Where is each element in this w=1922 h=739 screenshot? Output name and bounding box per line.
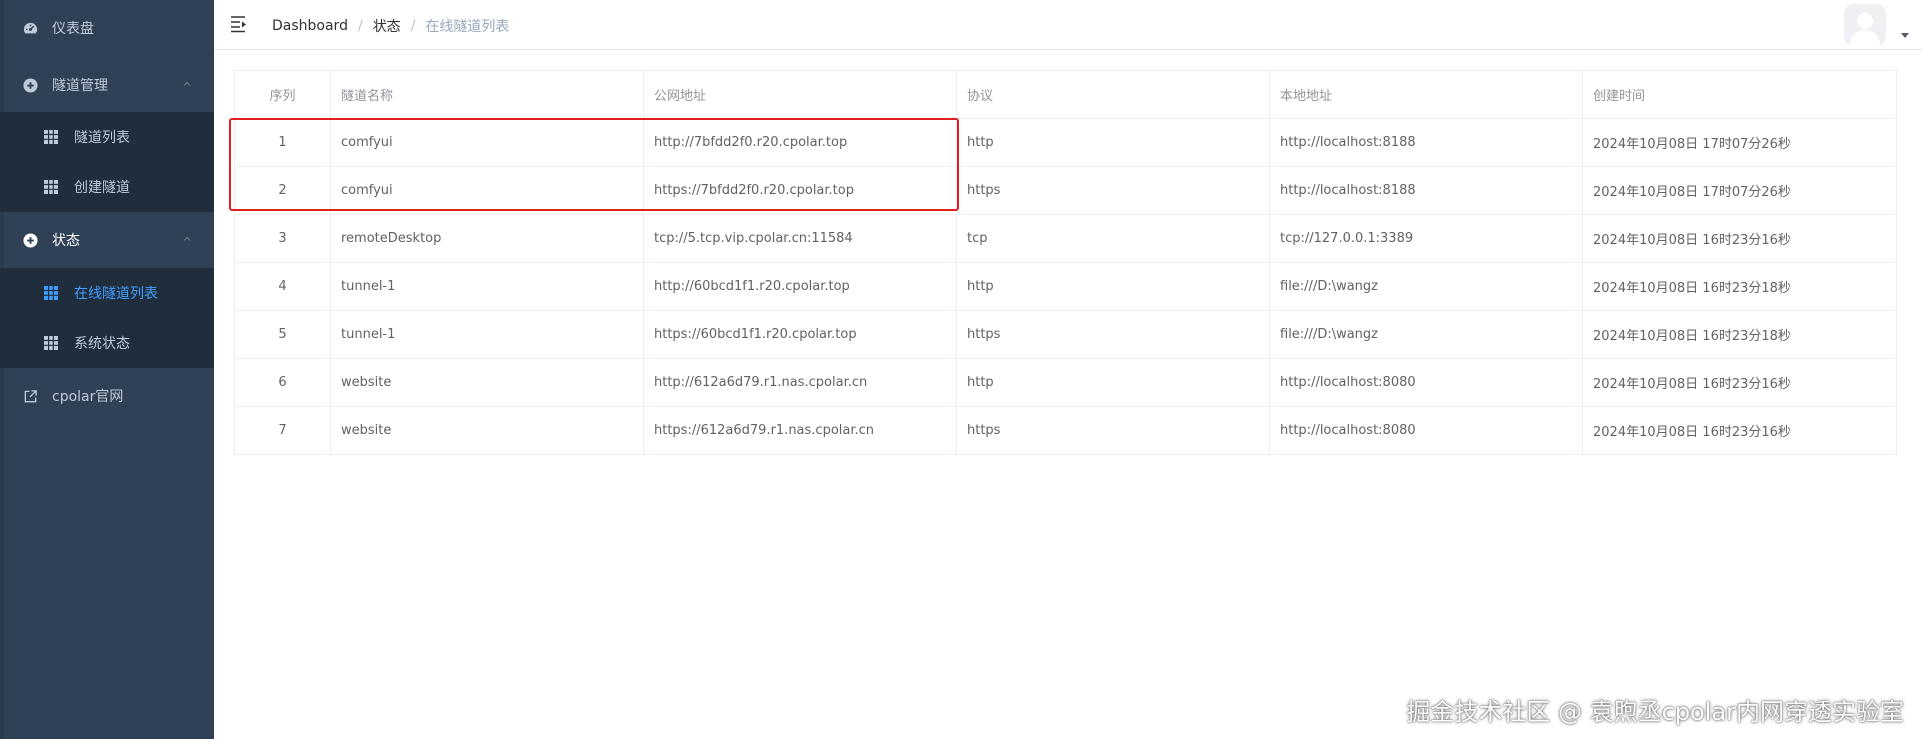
sidebar-item-tunnel-management[interactable]: 隧道管理 (0, 57, 214, 113)
cell-protocol: https (956, 166, 1270, 215)
sidebar-item-label: 隧道列表 (74, 130, 130, 146)
cell-tunnel-name: comfyui (330, 118, 644, 167)
cell-local-address: file:///D:\wangz (1269, 262, 1583, 311)
cell-tunnel-name: tunnel-1 (330, 310, 644, 359)
column-header-protocol: 协议 (956, 70, 1270, 119)
cell-local-address: http://localhost:8188 (1269, 166, 1583, 215)
column-header-local-address: 本地地址 (1269, 70, 1583, 119)
cell-created-time: 2024年10月08日 16时23分16秒 (1582, 358, 1897, 407)
cell-public-url: http://7bfdd2f0.r20.cpolar.top (643, 118, 957, 167)
hamburger-menu-icon[interactable] (230, 15, 250, 33)
cell-created-time: 2024年10月08日 16时23分18秒 (1582, 262, 1897, 311)
sidebar-item-label: 在线隧道列表 (74, 286, 158, 302)
sidebar-item-online-tunnel-list[interactable]: 在线隧道列表 (0, 268, 214, 318)
submenu-tunnel-management: 隧道列表 创建隧道 (0, 112, 214, 212)
cell-protocol: http (956, 118, 1270, 167)
cell-local-address: http://localhost:8188 (1269, 118, 1583, 167)
navbar: Dashboard / 状态 / 在线隧道列表 (214, 0, 1922, 50)
sidebar-item-system-status[interactable]: 系统状态 (0, 318, 214, 368)
cell-index: 5 (234, 310, 331, 359)
breadcrumb-separator: / (410, 18, 416, 34)
submenu-status: 在线隧道列表 系统状态 (0, 268, 214, 368)
cell-index: 7 (234, 406, 331, 455)
table-header-row: 序列 隧道名称 公网地址 协议 本地地址 创建时间 (234, 70, 1897, 119)
grid-table-icon (44, 336, 58, 350)
chevron-up-icon (183, 236, 191, 241)
column-header-created-time: 创建时间 (1582, 70, 1897, 119)
cell-local-address: http://localhost:8080 (1269, 406, 1583, 455)
avatar[interactable] (1844, 4, 1886, 46)
cell-index: 3 (234, 214, 331, 263)
cell-local-address: file:///D:\wangz (1269, 310, 1583, 359)
column-header-index: 序列 (234, 70, 331, 119)
cell-tunnel-name: comfyui (330, 166, 644, 215)
cell-public-url: tcp://5.tcp.vip.cpolar.cn:11584 (643, 214, 957, 263)
sidebar: 仪表盘 隧道管理 隧道列表 创建隧道 状态 在线隧道列表 系统状态 cpolar… (0, 0, 214, 739)
cell-protocol: tcp (956, 214, 1270, 263)
cell-created-time: 2024年10月08日 16时23分18秒 (1582, 310, 1897, 359)
sidebar-item-cpolar-website[interactable]: cpolar官网 (0, 368, 214, 424)
cell-public-url: http://60bcd1f1.r20.cpolar.top (643, 262, 957, 311)
circle-plus-icon (22, 232, 38, 248)
dashboard-gauge-icon (22, 20, 38, 36)
sidebar-item-create-tunnel[interactable]: 创建隧道 (0, 162, 214, 212)
cell-created-time: 2024年10月08日 17时07分26秒 (1582, 118, 1897, 167)
sidebar-item-label: 状态 (52, 233, 80, 249)
sidebar-item-label: 仪表盘 (52, 21, 94, 37)
table-row: 2 comfyui https://7bfdd2f0.r20.cpolar.to… (234, 166, 1897, 215)
cell-tunnel-name: website (330, 358, 644, 407)
sidebar-item-label: 隧道管理 (52, 78, 108, 94)
cell-protocol: https (956, 406, 1270, 455)
circle-plus-icon (22, 77, 38, 93)
cell-local-address: tcp://127.0.0.1:3389 (1269, 214, 1583, 263)
column-header-public-url: 公网地址 (643, 70, 957, 119)
cell-index: 4 (234, 262, 331, 311)
grid-table-icon (44, 130, 58, 144)
table-row: 4 tunnel-1 http://60bcd1f1.r20.cpolar.to… (234, 262, 1897, 311)
cell-tunnel-name: tunnel-1 (330, 262, 644, 311)
cell-public-url: http://612a6d79.r1.nas.cpolar.cn (643, 358, 957, 407)
grid-table-icon (44, 180, 58, 194)
cell-created-time: 2024年10月08日 17时07分26秒 (1582, 166, 1897, 215)
cell-public-url: https://60bcd1f1.r20.cpolar.top (643, 310, 957, 359)
cell-public-url: https://612a6d79.r1.nas.cpolar.cn (643, 406, 957, 455)
cell-index: 6 (234, 358, 331, 407)
cell-protocol: http (956, 358, 1270, 407)
table-row: 1 comfyui http://7bfdd2f0.r20.cpolar.top… (234, 118, 1897, 167)
column-header-tunnel-name: 隧道名称 (330, 70, 644, 119)
cell-protocol: https (956, 310, 1270, 359)
sidebar-item-label: 创建隧道 (74, 180, 130, 196)
breadcrumb-separator: / (357, 18, 363, 34)
cell-public-url: https://7bfdd2f0.r20.cpolar.top (643, 166, 957, 215)
cell-index: 1 (234, 118, 331, 167)
cell-index: 2 (234, 166, 331, 215)
sidebar-item-dashboard[interactable]: 仪表盘 (0, 0, 214, 56)
table-row: 6 website http://612a6d79.r1.nas.cpolar.… (234, 358, 1897, 407)
grid-table-icon (44, 286, 58, 300)
table-row: 7 website https://612a6d79.r1.nas.cpolar… (234, 406, 1897, 455)
sidebar-item-label: 系统状态 (74, 336, 130, 352)
cell-created-time: 2024年10月08日 16时23分16秒 (1582, 406, 1897, 455)
table-row: 3 remoteDesktop tcp://5.tcp.vip.cpolar.c… (234, 214, 1897, 263)
caret-down-icon[interactable] (1901, 33, 1909, 38)
sidebar-item-status[interactable]: 状态 (0, 212, 214, 268)
watermark: 掘金技术社区 @ 袁煦丞cpolar内网穿透实验室 (1406, 698, 1904, 726)
cell-tunnel-name: remoteDesktop (330, 214, 644, 263)
sidebar-item-tunnel-list[interactable]: 隧道列表 (0, 112, 214, 162)
cell-local-address: http://localhost:8080 (1269, 358, 1583, 407)
breadcrumb-item-dashboard[interactable]: Dashboard (272, 18, 348, 34)
chevron-up-icon (183, 81, 191, 86)
cell-tunnel-name: website (330, 406, 644, 455)
external-link-icon (22, 388, 38, 404)
cell-protocol: http (956, 262, 1270, 311)
breadcrumb-item-current: 在线隧道列表 (425, 19, 510, 35)
breadcrumb: Dashboard / 状态 / 在线隧道列表 (272, 16, 509, 36)
online-tunnel-table: 序列 隧道名称 公网地址 协议 本地地址 创建时间 1 comfyui http… (234, 70, 1897, 455)
user-avatar-icon (1844, 4, 1886, 46)
sidebar-item-label: cpolar官网 (52, 389, 124, 405)
table-row: 5 tunnel-1 https://60bcd1f1.r20.cpolar.t… (234, 310, 1897, 359)
breadcrumb-item-status: 状态 (372, 19, 401, 35)
cell-created-time: 2024年10月08日 16时23分16秒 (1582, 214, 1897, 263)
